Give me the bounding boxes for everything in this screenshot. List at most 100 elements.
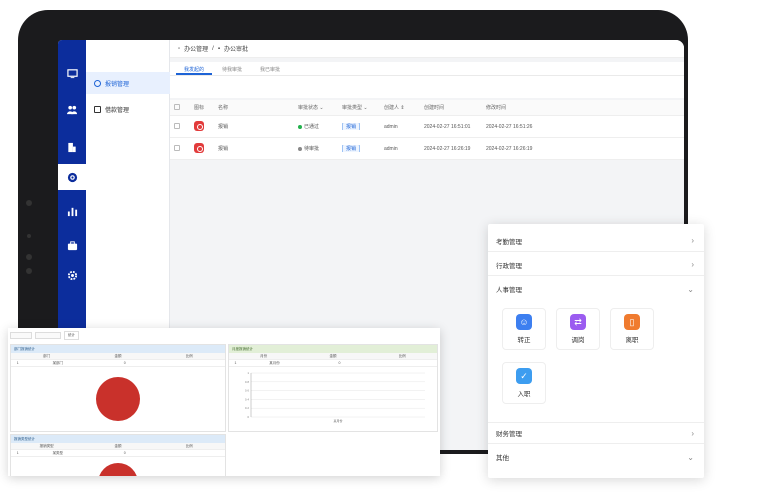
sensor-dot [27,234,31,238]
type-tag: 报销 [342,123,361,130]
row-status: 待审批 [294,145,338,152]
marketing-stage: 报销管理 借款管理 ▫ 办公管理 / ▪ 办公审批 我发起的 待我审批 我已审批… [0,0,760,500]
tile-onboarding[interactable]: ✓ 入职 [502,362,546,404]
date-end-input[interactable] [35,331,61,339]
tab-bar: 我发起的 待我审批 我已审批 [170,62,684,76]
tile-transfer[interactable]: ⇄ 调岗 [556,308,600,350]
approval-table: 图标 名称 审批状态 ⌄ 审批类型 ⌄ 创建人 ⇕ 创建时间 修改时间 报销 已… [170,100,684,160]
menu-section-hr[interactable]: 人事管理 ⌄ [488,278,704,300]
pie-slice [99,463,137,476]
briefcase-icon[interactable] [58,232,86,258]
card-title: 报销类型统计 [11,435,225,443]
row-creator: admin [384,145,398,152]
breadcrumb: ▫ 办公管理 / ▪ 办公审批 [170,40,684,58]
col-modified[interactable]: 修改时间 [482,104,544,111]
target-icon [194,142,204,153]
y-tick-label: 0.2 [245,406,250,410]
table-row: 1 某月份 0 [229,360,437,367]
col-creator[interactable]: 创建人 ⇕ [380,104,420,111]
breadcrumb-current: 办公审批 [223,47,248,53]
camera-dot [26,200,32,206]
dept-stats-card: 部门报销统计 部门 金额 比例 1 某部门 0 [10,344,226,432]
stats-button[interactable]: 统计 [64,330,79,340]
swap-icon: ⇄ [570,314,586,330]
breadcrumb-separator: / [212,45,214,52]
table-header-row: 报销类型 金额 比例 [11,443,225,450]
menu-section-attendance[interactable]: 考勤管理 › [488,230,704,252]
row-name: 报销 [218,124,229,130]
status-dot [298,124,302,129]
chevron-down-icon: ⌄ [687,452,694,462]
row-modified: 2024-02-27 16:51:26 [486,123,533,130]
y-tick-label: 1 [247,371,249,375]
bar-chart-icon[interactable] [58,198,86,224]
row-modified: 2024-02-27 16:26:19 [486,145,533,152]
camera-dot [26,254,32,260]
status-dot [298,146,302,151]
gear-icon[interactable] [58,262,86,288]
tab-pending[interactable]: 待我审批 [214,62,250,75]
chevron-right-icon: › [691,236,694,245]
x-tick-label: 某月份 [333,418,342,423]
target-icon[interactable] [58,164,86,190]
report-panel: 统计 部门报销统计 部门 金额 比例 1 某部门 0 月度报销统计 月份 金额 比例 1 某月… [8,328,440,476]
plus-square-icon [94,105,101,113]
row-creator: admin [384,123,398,130]
table-row: 1 某部门 0 [11,360,225,367]
y-tick-label: 0.8 [245,380,250,384]
table-row[interactable]: 报销 已通过 报销 admin 2024-02-27 16:51:01 2024… [170,116,684,138]
tile-resignation[interactable]: ▯ 离职 [610,308,654,350]
col-status[interactable]: 审批状态 ⌄ [294,104,338,111]
y-tick-label: 0.6 [245,389,250,393]
select-all-checkbox[interactable] [174,103,180,110]
row-checkbox[interactable] [174,122,180,129]
table-header-row: 图标 名称 审批状态 ⌄ 审批类型 ⌄ 创建人 ⇕ 创建时间 修改时间 [170,100,684,116]
menu-section-finance[interactable]: 财务管理 › [488,422,704,444]
toolbar-area [170,76,684,98]
menu-section-admin[interactable]: 行政管理 › [488,254,704,276]
y-tick-label: 0 [247,415,249,419]
table-header-row: 部门 金额 比例 [11,353,225,360]
menu-section-other[interactable]: 其他 ⌄ [488,446,704,468]
briefcase-icon: ▫ [178,45,181,52]
card-title: 月度报销统计 [229,345,437,353]
pie-slice [96,377,140,421]
breadcrumb-home[interactable]: 办公管理 [184,44,208,53]
date-start-input[interactable] [10,331,32,339]
row-created: 2024-02-27 16:26:19 [424,145,471,152]
row-name: 报销 [218,146,229,152]
table-row[interactable]: 报销 待审批 报销 admin 2024-02-27 16:26:19 2024… [170,138,684,160]
type-tag: 报销 [342,145,361,152]
target-icon [194,120,204,131]
col-name: 名称 [218,105,229,111]
submenu-item-loan[interactable]: 借款管理 [86,98,170,120]
submenu-item-reimbursement[interactable]: 报销管理 [86,72,170,94]
person-icon: ▪ [217,45,220,52]
row-checkbox[interactable] [174,144,180,151]
col-type[interactable]: 审批类型 ⌄ [338,104,380,111]
approval-menu-card: 考勤管理 › 行政管理 › 人事管理 ⌄ ☺ 转正 ⇄ 调岗 ▯ 离职 ✓ 入职 财务… [488,224,704,478]
monitor-icon[interactable] [58,60,86,86]
tile-regularization[interactable]: ☺ 转正 [502,308,546,350]
tab-approved[interactable]: 我已审批 [252,62,288,75]
person-icon: ☺ [516,314,532,330]
users-icon[interactable] [58,96,86,122]
camera-dot [26,268,32,274]
chevron-down-icon: ⌄ [687,284,694,294]
target-icon [94,79,101,87]
col-icon: 图标 [194,105,205,111]
row-status: 已通过 [294,123,338,130]
building-icon[interactable] [58,134,86,160]
table-header-row: 月份 金额 比例 [229,353,437,360]
table-row: 1 某类型 0 [11,450,225,457]
card-title: 部门报销统计 [11,345,225,353]
col-created[interactable]: 创建时间 [420,104,482,111]
exit-icon: ▯ [624,314,640,330]
report-filter-bar: 统计 [8,328,440,342]
chevron-right-icon: › [691,260,694,269]
type-stats-card: 报销类型统计 报销类型 金额 比例 1 某类型 0 [10,434,226,476]
type-pie-chart [99,463,137,476]
chevron-right-icon: › [691,428,694,438]
submenu-item-label: 借款管理 [105,107,130,114]
tab-initiated[interactable]: 我发起的 [176,62,213,75]
